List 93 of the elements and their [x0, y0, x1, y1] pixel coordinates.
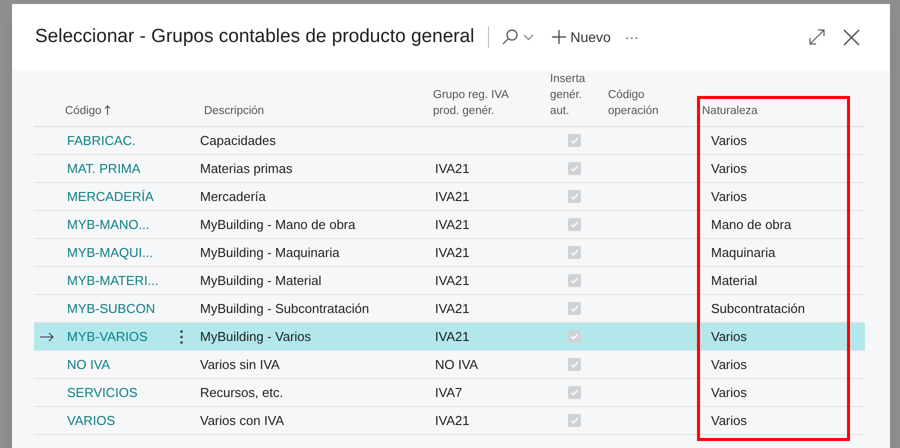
plus-icon	[552, 30, 566, 44]
table-cell: Subcontratación	[711, 300, 805, 316]
table-cell: Materias primas	[200, 160, 292, 176]
table-cell: Maquinaria	[711, 244, 776, 260]
table-row[interactable]: NO IVA Varios sin IVA NO IVA Varios	[34, 351, 865, 379]
table-cell: IVA21	[435, 188, 470, 204]
column-header[interactable]: Grupo reg. IVA prod. genér.	[433, 86, 521, 119]
table-cell: MyBuilding - Maquinaria	[200, 244, 340, 260]
code-link[interactable]: MYB-MANO...	[67, 214, 150, 234]
checkmark-icon	[570, 332, 578, 341]
table-cell: MyBuilding - Mano de obra	[200, 216, 356, 232]
table-cell: MyBuilding - Material	[200, 272, 322, 288]
table-row[interactable]: MYB-MATERI... MyBuilding - Material IVA21 Material	[34, 267, 865, 295]
table-cell: NO IVA	[435, 356, 478, 372]
checkbox[interactable]	[568, 134, 580, 147]
table-row[interactable]: MERCADERÍA Mercadería IVA21 Varios	[34, 183, 865, 211]
checkbox[interactable]	[568, 386, 580, 399]
table-cell: Mercadería	[200, 188, 266, 204]
table-cell: Recursos, etc.	[200, 384, 284, 400]
code-link[interactable]: MERCADERÍA	[67, 186, 154, 206]
table-cell: Varios	[711, 384, 747, 400]
checkbox[interactable]	[568, 358, 580, 371]
sort-arrow-icon[interactable]	[104, 104, 112, 115]
column-header[interactable]: Naturaleza	[702, 102, 758, 119]
table-cell: Varios con IVA	[200, 412, 284, 428]
column-header[interactable]: Código operación	[608, 86, 696, 119]
checkmark-icon	[570, 276, 578, 285]
table-cell: IVA7	[435, 384, 462, 400]
table-cell: Varios	[711, 328, 747, 344]
table-cell: Varios	[711, 412, 747, 428]
table-cell: Varios	[711, 356, 747, 372]
column-header[interactable]: Código	[65, 102, 102, 119]
code-link[interactable]: MYB-SUBCON	[67, 298, 156, 318]
table-cell: IVA21	[435, 244, 470, 260]
table-cell: Mano de obra	[711, 216, 792, 232]
table-cell: Capacidades	[200, 132, 276, 148]
table-row[interactable]: VARIOS Varios con IVA IVA21 Varios	[34, 407, 865, 435]
checkmark-icon	[570, 164, 578, 173]
code-link[interactable]: MYB-MAQUI...	[67, 242, 153, 262]
table-cell: IVA21	[435, 160, 470, 176]
checkbox[interactable]	[568, 162, 580, 175]
table-cell: Varios sin IVA	[200, 356, 280, 372]
checkmark-icon	[570, 388, 578, 397]
arrow-right-icon	[40, 332, 54, 342]
table-cell: IVA21	[435, 300, 470, 316]
checkbox[interactable]	[568, 190, 580, 203]
checkmark-icon	[570, 416, 578, 425]
search-button[interactable]	[501, 28, 534, 46]
expand-icon[interactable]	[809, 29, 825, 45]
code-link[interactable]: MAT. PRIMA	[67, 158, 140, 178]
checkmark-icon	[570, 136, 578, 145]
checkmark-icon	[570, 220, 578, 229]
table-cell: Varios	[711, 188, 747, 204]
new-button[interactable]: Nuevo	[552, 26, 611, 48]
table-row[interactable]: MAT. PRIMA Materias primas IVA21 Varios	[34, 155, 865, 183]
code-link[interactable]: MYB-VARIOS	[67, 326, 148, 346]
table-row[interactable]: MYB-MAQUI... MyBuilding - Maquinaria IVA21 Maquinaria	[34, 239, 865, 267]
table-cell: Varios	[711, 132, 747, 148]
table-row[interactable]: SERVICIOS Recursos, etc. IVA7 Varios	[34, 379, 865, 407]
checkbox[interactable]	[568, 330, 580, 343]
column-header[interactable]: Inserta genér. aut.	[550, 70, 603, 119]
checkbox[interactable]	[568, 218, 580, 231]
checkbox[interactable]	[568, 274, 580, 287]
checkmark-icon	[570, 192, 578, 201]
more-options-button[interactable]: ···	[624, 26, 639, 48]
checkmark-icon	[570, 360, 578, 369]
table-cell: MyBuilding - Subcontratación	[200, 300, 370, 316]
chevron-down-icon	[523, 34, 534, 40]
table-cell: Material	[711, 272, 758, 288]
vertical-dots-icon[interactable]	[180, 330, 183, 344]
checkbox[interactable]	[568, 414, 580, 427]
code-link[interactable]: SERVICIOS	[67, 382, 138, 402]
column-header[interactable]: Descripción	[204, 102, 264, 119]
code-link[interactable]: NO IVA	[67, 354, 110, 374]
table-cell: IVA21	[435, 272, 470, 288]
code-link[interactable]: VARIOS	[67, 410, 116, 430]
table-cell: Varios	[711, 160, 747, 176]
table-cell: IVA21	[435, 412, 470, 428]
close-icon[interactable]	[843, 28, 860, 46]
table-row[interactable]: MYB-MANO... MyBuilding - Mano de obra IVA21 Mano de obra	[34, 211, 865, 239]
checkmark-icon	[570, 304, 578, 313]
table-row[interactable]: MYB-VARIOS MyBuilding - Varios IVA21 Varios	[34, 323, 865, 351]
table-cell: IVA21	[435, 328, 470, 344]
checkmark-icon	[570, 248, 578, 257]
code-link[interactable]: MYB-MATERI...	[67, 270, 158, 290]
checkbox[interactable]	[568, 302, 580, 315]
dialog-title: Seleccionar - Grupos contables de producto general	[35, 24, 474, 49]
search-icon	[501, 28, 520, 46]
table-row[interactable]: FABRICAC. Capacidades Varios	[34, 127, 865, 155]
table-cell: MyBuilding - Varios	[200, 328, 312, 344]
code-link[interactable]: FABRICAC.	[67, 130, 136, 150]
table-cell: IVA21	[435, 216, 470, 232]
checkbox[interactable]	[568, 246, 580, 259]
